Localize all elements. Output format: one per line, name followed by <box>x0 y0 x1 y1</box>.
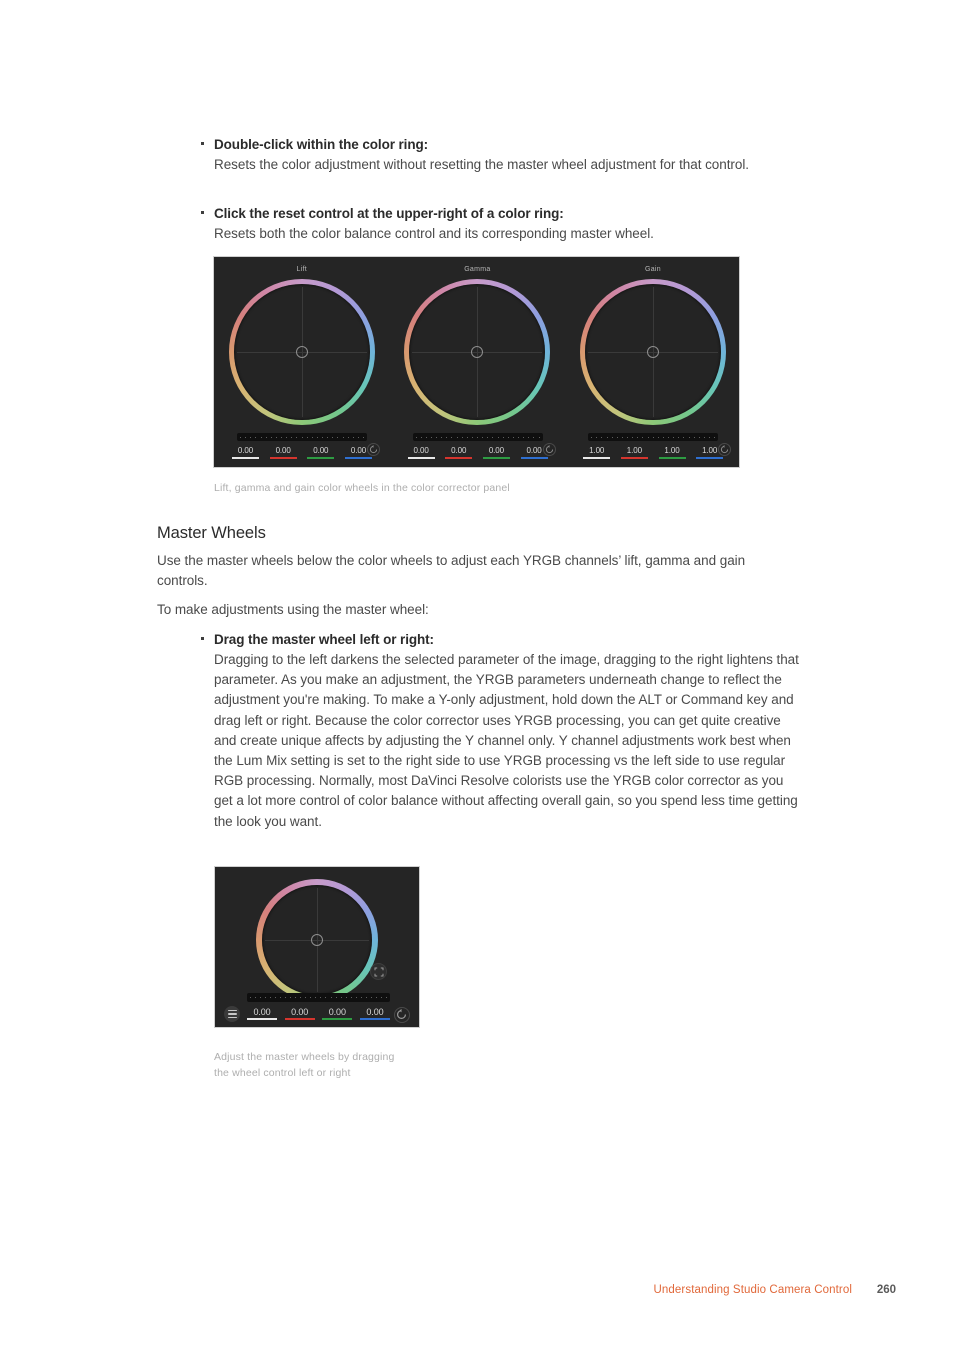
value-g[interactable]: 0.00 <box>482 446 510 459</box>
bullet-marker-icon <box>201 637 204 640</box>
bullet-marker-icon <box>201 142 204 145</box>
value-text: 0.00 <box>366 1007 384 1017</box>
wheel-label: Lift <box>296 266 308 273</box>
expand-icon[interactable] <box>370 963 387 980</box>
master-wheel-panel: 0.00 0.00 0.00 0.00 <box>214 866 420 1028</box>
reset-icon[interactable] <box>394 1007 410 1023</box>
channel-bar-y <box>247 1018 277 1020</box>
value-text: 0.00 <box>275 446 291 455</box>
color-ring[interactable] <box>228 279 375 425</box>
value-y[interactable]: 0.00 <box>232 446 259 459</box>
bullet-text: Resets both the color balance control an… <box>214 226 654 241</box>
reset-icon[interactable] <box>542 443 556 456</box>
value-text: 0.00 <box>313 446 329 455</box>
channel-bar-g <box>658 457 686 459</box>
master-wheel-strip[interactable] <box>247 993 390 1002</box>
channel-bar-r <box>445 457 473 459</box>
section-paragraph: To make adjustments using the master whe… <box>157 602 429 617</box>
value-text: 1.00 <box>589 446 605 455</box>
wheel-values-row: 0.00 0.00 0.00 0.00 <box>407 446 548 459</box>
color-balance-knob[interactable] <box>471 346 484 358</box>
bullet-item: Double-click within the color ring: Rese… <box>201 135 801 175</box>
figure-caption: Lift, gamma and gain color wheels in the… <box>214 482 510 494</box>
value-g[interactable]: 0.00 <box>322 1007 353 1020</box>
footer-section-link[interactable]: Understanding Studio Camera Control <box>654 1284 852 1296</box>
wheel-label: Gain <box>644 266 661 273</box>
value-text: 1.00 <box>626 446 642 455</box>
document-page: Double-click within the color ring: Rese… <box>0 0 954 1350</box>
wheel-values-row: 1.00 1.00 1.00 1.00 <box>583 446 724 459</box>
color-balance-knob[interactable] <box>311 934 323 946</box>
value-text: 0.00 <box>328 1007 346 1017</box>
value-g[interactable]: 1.00 <box>658 446 686 459</box>
master-wheel-strip[interactable] <box>412 433 543 441</box>
channel-bar-g <box>482 457 510 459</box>
value-text: 0.00 <box>488 446 504 455</box>
value-r[interactable]: 0.00 <box>284 1007 315 1020</box>
value-text: 0.00 <box>413 446 429 455</box>
bullet-item: Drag the master wheel left or right: Dra… <box>201 630 801 832</box>
bullet-text: Dragging to the left darkens the selecte… <box>214 652 799 829</box>
color-ring[interactable] <box>256 879 378 1001</box>
page-number: 260 <box>876 1284 896 1296</box>
channel-bar-g <box>322 1018 353 1020</box>
value-y[interactable]: 0.00 <box>407 446 435 459</box>
figure-caption: Adjust the master wheels by dragging the… <box>214 1050 454 1081</box>
figure-caption-line: Adjust the master wheels by dragging <box>214 1051 395 1063</box>
color-wheels-panel: Lift 0.00 0.00 0.00 0.00 Gamma 0.00 0.00… <box>213 256 740 468</box>
reset-icon[interactable] <box>718 443 732 456</box>
channel-bar-r <box>284 1018 315 1020</box>
section-heading: Master Wheels <box>157 524 266 542</box>
bullet-title: Click the reset control at the upper-rig… <box>214 206 564 221</box>
bullet-marker-icon <box>201 211 204 214</box>
color-wheel-gain[interactable]: Gain 1.00 1.00 1.00 1.00 <box>565 257 739 467</box>
master-wheel-strip[interactable] <box>237 433 367 441</box>
value-text: 0.00 <box>451 446 467 455</box>
value-y[interactable]: 1.00 <box>583 446 611 459</box>
figure-caption-line: the wheel control left or right <box>214 1066 351 1079</box>
channel-bar-b <box>359 1018 390 1020</box>
value-r[interactable]: 1.00 <box>620 446 648 459</box>
value-text: 1.00 <box>664 446 680 455</box>
value-y[interactable]: 0.00 <box>247 1007 277 1020</box>
color-wheel-gamma[interactable]: Gamma 0.00 0.00 0.00 0.00 <box>390 257 566 467</box>
value-g[interactable]: 0.00 <box>307 446 335 459</box>
value-text: 0.00 <box>253 1007 271 1017</box>
channel-bar-r <box>620 457 648 459</box>
bullet-title: Double-click within the color ring: <box>214 137 429 152</box>
channel-bar-y <box>583 457 611 459</box>
value-b[interactable]: 0.00 <box>359 1007 390 1020</box>
color-balance-knob[interactable] <box>295 346 308 358</box>
value-r[interactable]: 0.00 <box>445 446 473 459</box>
channel-bar-b <box>520 457 548 459</box>
reset-icon[interactable] <box>367 443 380 456</box>
bullet-text: Resets the color adjustment without rese… <box>214 157 749 172</box>
channel-bar-g <box>307 457 335 459</box>
hamburger-menu-icon[interactable] <box>224 1006 240 1022</box>
channel-bar-b <box>696 457 724 459</box>
channel-bar-b <box>344 457 372 459</box>
color-ring[interactable] <box>404 279 551 425</box>
value-text: 0.00 <box>291 1007 309 1017</box>
wheel-values-row: 0.00 0.00 0.00 0.00 <box>232 446 372 459</box>
wheel-values-row: 0.00 0.00 0.00 0.00 <box>247 1007 390 1020</box>
master-wheel-strip[interactable] <box>588 433 719 441</box>
value-r[interactable]: 0.00 <box>269 446 297 459</box>
section-paragraph: Use the master wheels below the color wh… <box>157 553 746 589</box>
channel-bar-y <box>407 457 435 459</box>
bullet-item: Click the reset control at the upper-rig… <box>201 204 801 244</box>
color-wheel-lift[interactable]: Lift 0.00 0.00 0.00 0.00 <box>214 257 390 467</box>
bullet-title: Drag the master wheel left or right: <box>214 632 434 647</box>
channel-bar-r <box>269 457 297 459</box>
wheel-label: Gamma <box>464 266 491 273</box>
color-ring[interactable] <box>579 279 726 425</box>
value-text: 0.00 <box>237 446 254 455</box>
channel-bar-y <box>232 457 259 459</box>
color-balance-knob[interactable] <box>646 346 659 358</box>
